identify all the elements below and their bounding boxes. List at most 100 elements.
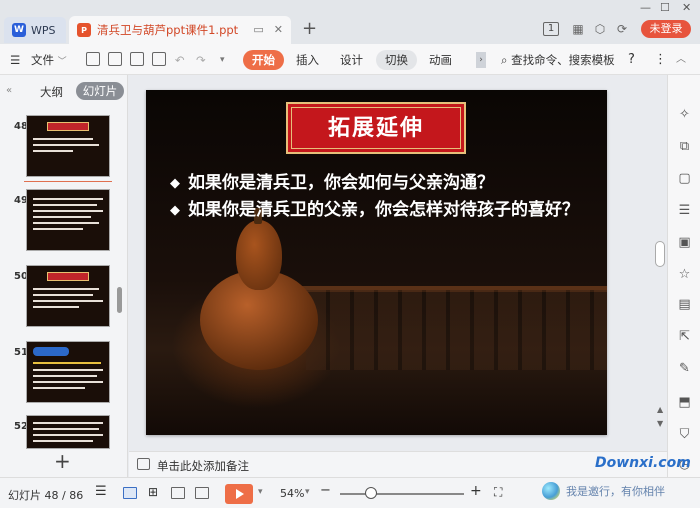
image-icon[interactable]: ▣ bbox=[677, 235, 692, 250]
notes-placeholder: 单击此处添加备注 bbox=[157, 459, 249, 473]
tab-monitor-icon[interactable]: ▭ bbox=[253, 23, 263, 36]
watermark-site-logo: Downxi.com bbox=[595, 455, 691, 471]
zoom-in-icon[interactable]: + bbox=[470, 483, 482, 499]
slide-thumbnail-image bbox=[26, 265, 110, 327]
redo-icon[interactable]: ↷ bbox=[196, 50, 206, 70]
abacus-background bbox=[306, 290, 607, 370]
current-slide[interactable]: 拓展延伸 ◆ 如果你是清兵卫，你会如何与父亲沟通？ ◆ 如果你是清兵卫的父亲，你… bbox=[146, 90, 607, 435]
command-search[interactable]: ⌕ 查找命令、搜索模板 bbox=[501, 50, 615, 70]
help-button[interactable]: ? bbox=[628, 50, 635, 70]
tab-design[interactable]: 设计 bbox=[340, 50, 363, 70]
more-options-button[interactable]: ⋮ bbox=[654, 50, 667, 70]
slide-thumbnail-image bbox=[26, 115, 110, 177]
collapse-panel-icon[interactable]: « bbox=[6, 85, 12, 96]
share-icon[interactable]: ⇱ bbox=[677, 329, 692, 344]
file-menu-label: 文件 bbox=[31, 53, 54, 67]
collapse-ribbon-icon[interactable]: ︿ bbox=[676, 50, 686, 70]
wps-app-tab[interactable]: W WPS bbox=[4, 17, 66, 43]
bullet-item: ◆ 如果你是清兵卫，你会如何与父亲沟通？ bbox=[170, 170, 590, 197]
print-preview-icon[interactable] bbox=[152, 52, 166, 66]
tab-transition[interactable]: 切换 bbox=[376, 50, 417, 70]
sync-icon[interactable]: ⟳ bbox=[614, 21, 630, 37]
notes-icon bbox=[137, 458, 150, 470]
thumbnail-scrollbar[interactable] bbox=[117, 287, 122, 313]
quick-access-dropdown-icon[interactable]: ▾ bbox=[220, 50, 225, 70]
insertion-marker bbox=[24, 181, 112, 182]
play-options-dropdown-icon[interactable]: ▾ bbox=[258, 487, 263, 497]
diamond-bullet-icon: ◆ bbox=[170, 176, 180, 191]
tab-outline[interactable]: 大纲 bbox=[40, 84, 63, 100]
bullet-text: 如果你是清兵卫的父亲，你会怎样对待孩子的喜好？ bbox=[188, 200, 579, 220]
new-tab-button[interactable]: + bbox=[302, 18, 317, 39]
hamburger-menu-icon[interactable]: ☰ bbox=[10, 50, 20, 70]
watermark: 我是邀行，有你相伴 bbox=[542, 482, 665, 500]
search-icon: ⌕ bbox=[501, 53, 508, 67]
document-tab[interactable]: P 清兵卫与葫芦ppt课件1.ppt ▭ ✕ bbox=[69, 16, 291, 44]
adjust-icon[interactable]: ☰ bbox=[677, 203, 692, 218]
ppt-file-icon: P bbox=[77, 23, 91, 37]
undo-icon[interactable]: ↶ bbox=[175, 50, 185, 70]
notes-pane[interactable]: 单击此处添加备注 bbox=[129, 451, 667, 477]
print-icon[interactable] bbox=[130, 52, 144, 66]
workspace-count-badge[interactable]: 1 bbox=[543, 22, 559, 36]
grid-icon[interactable]: ▦ bbox=[570, 21, 586, 37]
status-bar: 幻灯片 48 / 86 ☰ ⊞ ▾ 54% ▾ − + ⛶ 我是邀行，有你相伴 bbox=[0, 477, 700, 508]
wps-logo-icon: W bbox=[12, 23, 26, 37]
slide-thumbnail-image bbox=[26, 189, 110, 251]
export-pdf-icon[interactable] bbox=[108, 52, 122, 66]
copy-format-icon[interactable]: ⧉ bbox=[677, 139, 692, 154]
login-button[interactable]: 未登录 bbox=[641, 20, 691, 38]
presenter-view-icon[interactable] bbox=[195, 487, 209, 499]
tab-slides[interactable]: 幻灯片 bbox=[76, 82, 124, 100]
gourd-image-top bbox=[236, 220, 282, 290]
add-slide-button[interactable]: + bbox=[54, 449, 71, 473]
tab-close-icon[interactable]: ✕ bbox=[274, 23, 283, 36]
chevron-down-icon: ﹀ bbox=[57, 57, 67, 67]
zoom-slider-knob[interactable] bbox=[365, 487, 377, 499]
slide-bullet-list[interactable]: ◆ 如果你是清兵卫，你会如何与父亲沟通？ ◆ 如果你是清兵卫的父亲，你会怎样对待… bbox=[170, 170, 590, 224]
bullet-item: ◆ 如果你是清兵卫的父亲，你会怎样对待孩子的喜好？ bbox=[170, 197, 590, 224]
play-slideshow-button[interactable] bbox=[225, 484, 253, 504]
object-icon[interactable]: ▢ bbox=[677, 171, 692, 186]
stage-scrollbar-thumb[interactable] bbox=[655, 241, 665, 267]
slide-counter: 幻灯片 48 / 86 bbox=[8, 489, 84, 502]
ribbon-scroll-right-icon[interactable]: › bbox=[476, 52, 486, 68]
slide-navigation-panel: « 大纲 幻灯片 48 49 50 51 52 + bbox=[0, 75, 128, 477]
maximize-icon[interactable]: ☐ bbox=[660, 1, 670, 14]
fit-window-icon[interactable]: ⛶ bbox=[494, 485, 502, 500]
comment-icon[interactable]: ✎ bbox=[677, 361, 692, 376]
zoom-percentage[interactable]: 54% bbox=[280, 487, 304, 500]
scroll-down-icon[interactable]: ▼ bbox=[657, 419, 663, 428]
backup-icon[interactable]: ⬒ bbox=[677, 395, 692, 410]
diamond-bullet-icon: ◆ bbox=[170, 203, 180, 218]
save-icon[interactable] bbox=[86, 52, 100, 66]
title-bar: W WPS P 清兵卫与葫芦ppt课件1.ppt ▭ ✕ + 1 ▦ ⬡ ⟳ 未… bbox=[0, 0, 700, 44]
zoom-dropdown-icon[interactable]: ▾ bbox=[305, 487, 310, 497]
tab-home[interactable]: 开始 bbox=[243, 50, 284, 70]
tab-animation[interactable]: 动画 bbox=[429, 50, 452, 70]
command-search-label: 查找命令、搜索模板 bbox=[511, 53, 615, 67]
watermark-logo-icon bbox=[542, 482, 560, 500]
tab-insert[interactable]: 插入 bbox=[296, 50, 319, 70]
scroll-up-icon[interactable]: ▲ bbox=[657, 405, 663, 414]
magic-icon[interactable]: ✧ bbox=[677, 107, 692, 122]
normal-view-icon[interactable] bbox=[123, 487, 137, 499]
minimize-icon[interactable]: — bbox=[640, 1, 651, 14]
slide-title[interactable]: 拓展延伸 bbox=[286, 102, 466, 154]
ribbon-toolbar: ☰ 文件 ﹀ ↶ ↷ ▾ 开始 插入 设计 切换 动画 › ⌕ 查找命令、搜索模… bbox=[0, 44, 700, 75]
outline-menu-icon[interactable]: ☰ bbox=[95, 484, 107, 499]
star-icon[interactable]: ☆ bbox=[677, 267, 692, 282]
wps-app-label: WPS bbox=[31, 23, 56, 37]
shield-icon[interactable]: ⛉ bbox=[677, 427, 692, 442]
close-window-icon[interactable]: ✕ bbox=[682, 1, 691, 14]
archive-icon[interactable]: ▤ bbox=[677, 297, 692, 312]
slide-sorter-icon[interactable]: ⊞ bbox=[148, 485, 158, 499]
file-menu-button[interactable]: 文件 ﹀ bbox=[31, 50, 67, 70]
slide-stage: 拓展延伸 ◆ 如果你是清兵卫，你会如何与父亲沟通？ ◆ 如果你是清兵卫的父亲，你… bbox=[129, 75, 667, 451]
slide-thumbnail-image bbox=[26, 415, 110, 449]
zoom-slider-track[interactable] bbox=[340, 493, 464, 495]
skin-icon[interactable]: ⬡ bbox=[592, 21, 608, 37]
zoom-out-icon[interactable]: − bbox=[320, 483, 331, 498]
bullet-text: 如果你是清兵卫，你会如何与父亲沟通？ bbox=[188, 173, 494, 193]
reading-view-icon[interactable] bbox=[171, 487, 185, 499]
